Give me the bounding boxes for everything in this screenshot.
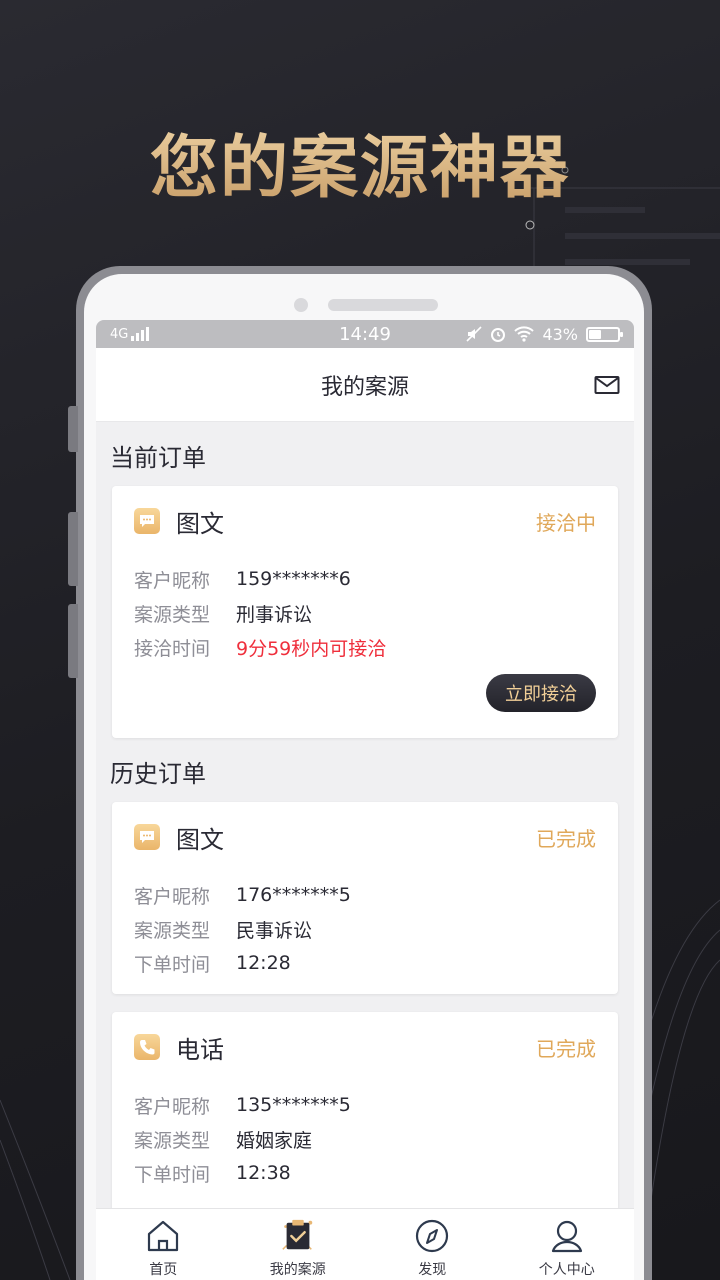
home-icon [144, 1217, 182, 1255]
detail-value: 12:28 [236, 952, 291, 974]
order-type-label: 图文 [176, 825, 224, 854]
detail-row: 客户昵称 176*******5 [134, 878, 596, 912]
order-type-label: 电话 [176, 1035, 224, 1064]
battery-icon [586, 326, 623, 342]
detail-row: 案源类型 刑事诉讼 [134, 596, 596, 630]
user-icon [548, 1217, 586, 1255]
headline: 您的案源神器 [0, 112, 720, 211]
detail-key: 客户昵称 [134, 569, 211, 592]
detail-key: 客户昵称 [134, 885, 211, 908]
clock: 14:49 [339, 323, 391, 345]
compass-icon [413, 1217, 451, 1255]
tab-my-cases[interactable]: 我的案源 [231, 1209, 366, 1280]
bottom-tab-bar: 首页 我的案源 发现 个人中心 [96, 1208, 634, 1280]
detail-value: 民事诉讼 [236, 919, 313, 942]
order-card[interactable]: 图文 接洽中 客户昵称 159*******6 案源类型 刑事诉讼 接洽时间 9… [112, 486, 618, 738]
detail-key: 接洽时间 [134, 637, 211, 660]
order-details: 客户昵称 159*******6 案源类型 刑事诉讼 接洽时间 9分59秒内可接… [134, 562, 596, 664]
tab-discover[interactable]: 发现 [365, 1209, 500, 1280]
phone-side-button [68, 406, 78, 452]
detail-value: 135*******5 [236, 1094, 351, 1116]
tab-profile[interactable]: 个人中心 [500, 1209, 635, 1280]
status-bar: 4G 14:49 43% [96, 320, 634, 348]
clipboard-check-icon [279, 1217, 317, 1255]
detail-value: 159*******6 [236, 568, 351, 590]
order-status-badge: 已完成 [536, 826, 596, 851]
order-status-badge: 接洽中 [536, 510, 596, 535]
tab-label: 个人中心 [538, 1262, 595, 1278]
page-title: 我的案源 [320, 374, 409, 400]
phone-speaker [328, 299, 438, 311]
detail-key: 案源类型 [134, 1129, 211, 1152]
tab-home[interactable]: 首页 [96, 1209, 231, 1280]
phone-side-button [68, 512, 78, 586]
detail-key: 下单时间 [134, 953, 211, 976]
chat-icon [134, 508, 160, 534]
detail-key: 案源类型 [134, 603, 211, 626]
detail-value: 刑事诉讼 [236, 603, 313, 626]
app-screen: 4G 14:49 43% 我的案源 当前订单 图文 接洽中 客户昵称 159**… [96, 320, 634, 1280]
tab-label: 发现 [418, 1262, 447, 1278]
detail-row: 客户昵称 159*******6 [134, 562, 596, 596]
tab-label: 首页 [149, 1262, 178, 1278]
detail-key: 案源类型 [134, 919, 211, 942]
phone-side-button [68, 604, 78, 678]
detail-row: 下单时间 12:28 [134, 946, 596, 980]
detail-key: 客户昵称 [134, 1095, 211, 1118]
order-status-badge: 已完成 [536, 1036, 596, 1061]
detail-value: 婚姻家庭 [236, 1129, 313, 1152]
countdown-value: 9分59秒内可接洽 [236, 637, 387, 660]
order-card-header: 图文 接洽中 [134, 504, 596, 538]
mail-icon[interactable] [594, 372, 620, 398]
detail-row: 客户昵称 135*******5 [134, 1088, 596, 1122]
detail-key: 下单时间 [134, 1163, 211, 1186]
order-type-label: 图文 [176, 509, 224, 538]
phone-camera [294, 298, 308, 312]
order-details: 客户昵称 176*******5 案源类型 民事诉讼 下单时间 12:28 [134, 878, 596, 980]
current-orders-title: 当前订单 [110, 444, 206, 472]
order-card-header: 图文 已完成 [134, 820, 596, 854]
chat-icon [134, 824, 160, 850]
accept-now-button[interactable]: 立即接洽 [486, 674, 596, 712]
detail-row: 案源类型 民事诉讼 [134, 912, 596, 946]
order-details: 客户昵称 135*******5 案源类型 婚姻家庭 下单时间 12:38 [134, 1088, 596, 1190]
detail-row: 下单时间 12:38 [134, 1156, 596, 1190]
order-card[interactable]: 电话 已完成 客户昵称 135*******5 案源类型 婚姻家庭 下单时间 1… [112, 1012, 618, 1212]
detail-value: 176*******5 [236, 884, 351, 906]
order-card[interactable]: 图文 已完成 客户昵称 176*******5 案源类型 民事诉讼 下单时间 1… [112, 802, 618, 994]
detail-value: 12:38 [236, 1162, 291, 1184]
nav-bar: 我的案源 [96, 348, 634, 422]
detail-row: 案源类型 婚姻家庭 [134, 1122, 596, 1156]
tab-label: 我的案源 [269, 1262, 326, 1278]
detail-row: 接洽时间 9分59秒内可接洽 [134, 630, 596, 664]
history-orders-title: 历史订单 [110, 760, 206, 788]
phone-icon [134, 1034, 160, 1060]
order-card-header: 电话 已完成 [134, 1030, 596, 1064]
